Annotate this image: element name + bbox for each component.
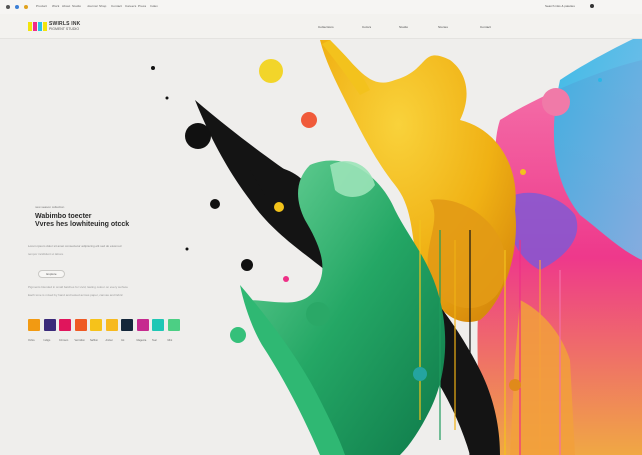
color-swatch[interactable]: [136, 319, 149, 331]
nav-item[interactable]: Collections: [318, 25, 334, 29]
color-swatch[interactable]: [121, 319, 133, 331]
color-swatch-label: Crimson: [59, 339, 69, 342]
hero-description: Pigments blended in small batches for vi…: [28, 285, 128, 289]
pink-paint-drop: [283, 276, 289, 282]
logo-bar: [33, 22, 37, 31]
hero-description: Each tone is mixed by hand and tested ac…: [28, 293, 123, 297]
top-link[interactable]: About: [62, 4, 70, 8]
black-ink-drop: [185, 247, 189, 251]
hero-headline-line: Vvres hes lowhiteuing otcck: [35, 221, 130, 228]
color-swatch[interactable]: [59, 319, 71, 331]
nav-item[interactable]: Stories: [438, 25, 448, 29]
hero-subline: tempor incididunt ut labore: [28, 252, 64, 256]
logo-bar: [43, 22, 47, 31]
yellow-paint-drop: [520, 169, 526, 175]
top-link[interactable]: Careers: [125, 4, 136, 8]
user-icon[interactable]: [590, 4, 594, 8]
color-swatch-label: Amber: [105, 339, 113, 342]
hero-headline-line: Wabimbo toecter: [35, 213, 92, 220]
nav-item[interactable]: Studio: [399, 25, 408, 29]
color-swatch-label: Indigo: [43, 339, 51, 342]
black-ink-drop: [241, 259, 253, 271]
search-link[interactable]: Search inks & palettes: [545, 4, 575, 8]
top-link[interactable]: Studio: [72, 4, 81, 8]
color-swatch[interactable]: [74, 319, 87, 331]
green-paint-drop: [230, 327, 246, 343]
explore-button[interactable]: Explore: [38, 270, 65, 278]
teal-paint-drop: [598, 78, 602, 82]
color-swatch-label: Ochre: [28, 339, 35, 342]
menu-icon[interactable]: [6, 5, 10, 9]
top-link[interactable]: Press: [138, 4, 146, 8]
color-swatch[interactable]: [43, 319, 56, 331]
pink-paint-drop: [542, 88, 570, 116]
color-swatch[interactable]: [167, 319, 180, 331]
color-swatch[interactable]: [105, 319, 118, 331]
color-swatch-label: Magenta: [136, 339, 147, 342]
status-dot-icon: [24, 5, 28, 9]
site-header: SWIRLS INK PIGMENT STUDIO Collections Co…: [0, 14, 642, 39]
logo-subtitle: PIGMENT STUDIO: [49, 27, 80, 31]
black-ink-drop: [151, 66, 155, 70]
hero-headline: Wabimbo toecter Vvres hes lowhiteuing ot…: [35, 213, 129, 229]
black-ink-drop: [210, 199, 220, 209]
color-swatch-label: Vermilion: [74, 339, 85, 342]
hero-kicker: new season collection: [35, 205, 65, 209]
logo-bar: [28, 22, 32, 31]
top-link[interactable]: Shop: [99, 4, 106, 8]
orange-paint-drop: [274, 202, 284, 212]
color-swatch-label: Teal: [152, 339, 157, 342]
hero-subline: Lorem ipsum dolor sit amet consectetur a…: [28, 244, 122, 248]
color-swatch[interactable]: [28, 319, 40, 331]
color-swatch[interactable]: [152, 319, 164, 331]
top-link[interactable]: Product: [36, 4, 47, 8]
red-paint-drop: [301, 112, 317, 128]
top-link[interactable]: Index: [150, 4, 158, 8]
black-ink-drop: [185, 123, 211, 149]
color-swatch[interactable]: [90, 319, 102, 331]
logo-bar: [38, 22, 42, 31]
green-paint-drop: [306, 302, 330, 326]
page: Product Work About Studio Journal Shop C…: [0, 0, 642, 455]
browser-toolbar: Product Work About Studio Journal Shop C…: [0, 0, 642, 15]
status-dot-icon: [15, 5, 19, 9]
black-ink-drop: [165, 96, 169, 100]
color-swatch-label: Saffron: [90, 339, 99, 342]
color-swatch-label: Mint: [167, 339, 173, 342]
yellow-paint-drop: [259, 59, 283, 83]
orange-paint-drop: [509, 379, 521, 391]
top-link[interactable]: Contact: [111, 4, 122, 8]
nav-item[interactable]: Colors: [362, 25, 371, 29]
color-swatch-label: Ink: [121, 339, 125, 342]
teal-paint-drop: [413, 367, 427, 381]
top-link[interactable]: Work: [52, 4, 59, 8]
top-link[interactable]: Journal: [87, 4, 98, 8]
nav-item[interactable]: Contact: [480, 25, 491, 29]
